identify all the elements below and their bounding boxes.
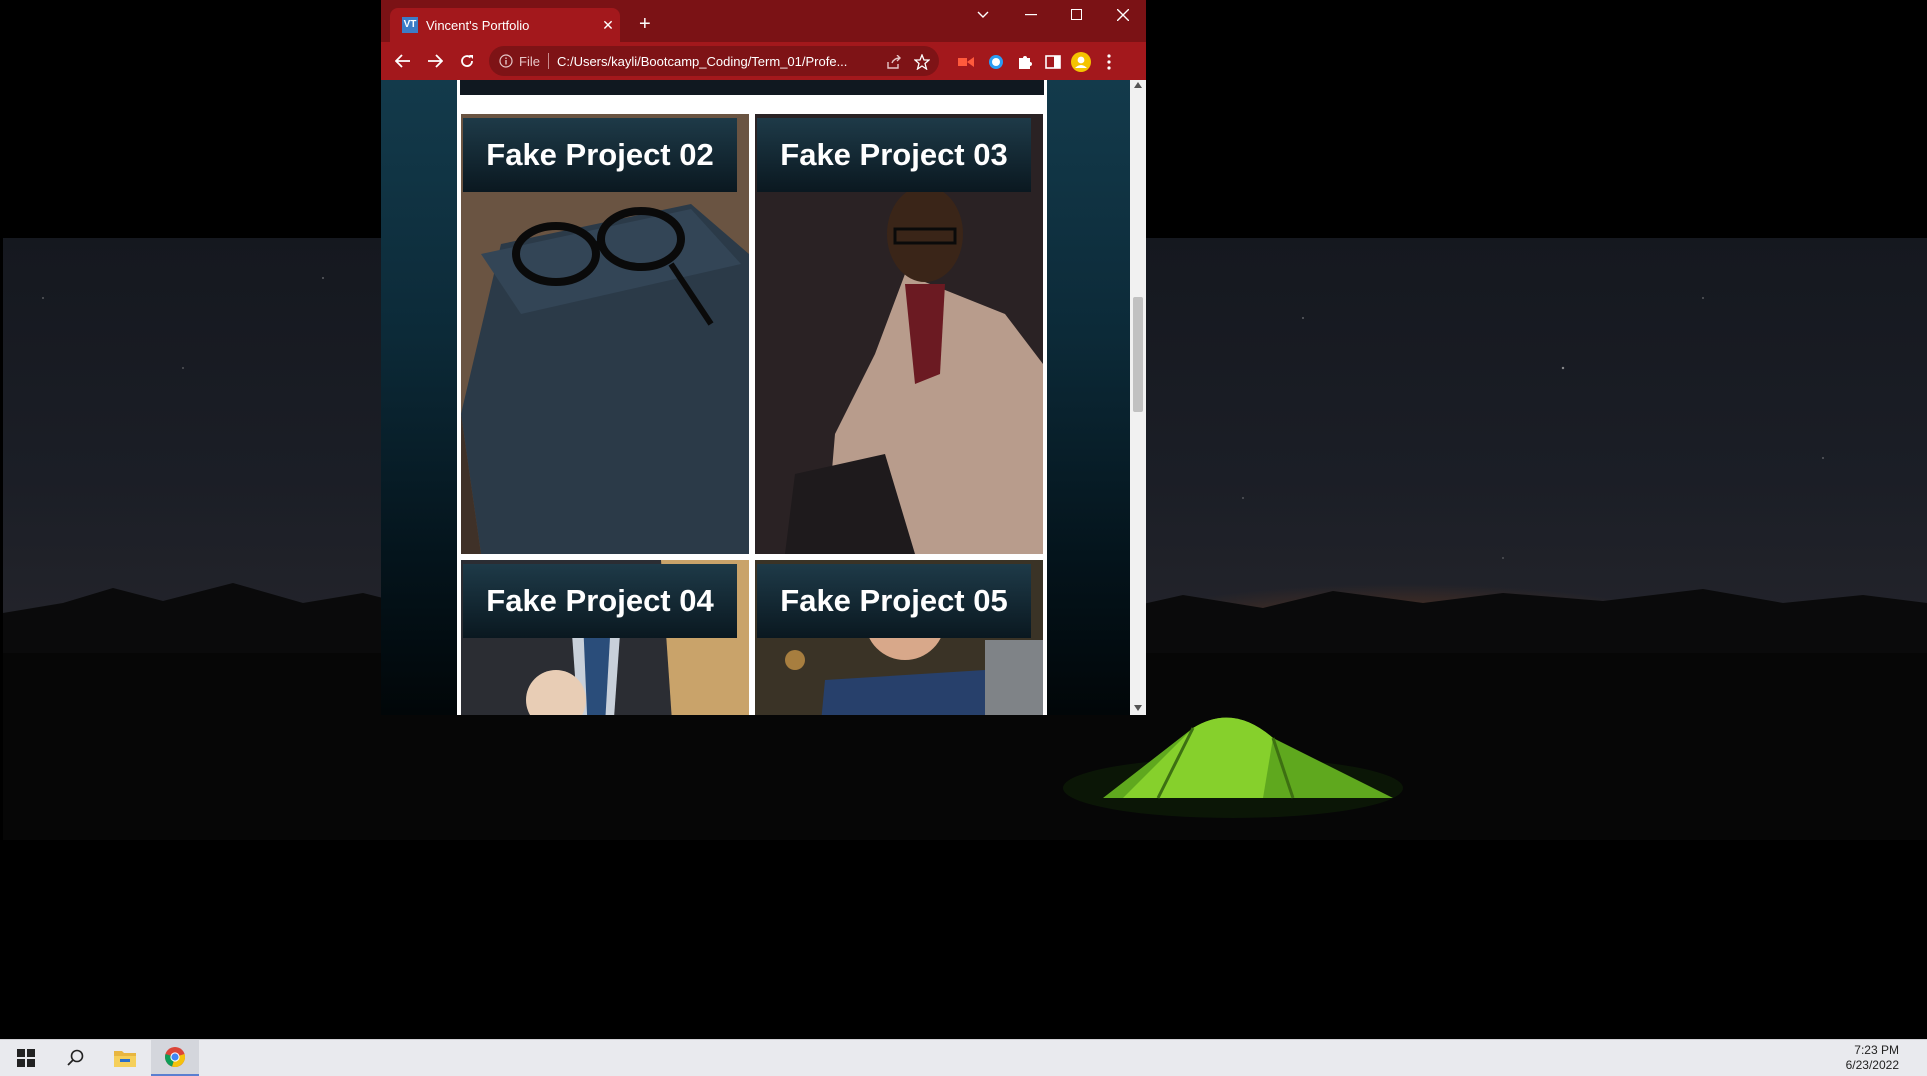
new-tab-button[interactable]: + [639, 13, 651, 35]
page-scrollbar[interactable] [1130, 80, 1146, 715]
share-icon[interactable] [883, 51, 905, 73]
chrome-taskbar-button[interactable] [151, 1040, 199, 1076]
search-button[interactable] [52, 1040, 100, 1076]
page-viewport[interactable]: Fake Project 02 Fake Project 03 Fake Pro… [381, 80, 1130, 715]
search-icon [67, 1049, 84, 1066]
address-bar[interactable]: File C:/Users/kayli/Bootcamp_Coding/Term… [489, 46, 939, 76]
profile-avatar-icon[interactable] [1070, 51, 1092, 73]
project-card-02[interactable]: Fake Project 02 [457, 110, 753, 558]
side-panel-icon[interactable] [1042, 51, 1064, 73]
start-button[interactable] [2, 1040, 50, 1076]
project-card-03[interactable]: Fake Project 03 [751, 110, 1047, 558]
clock-date: 6/23/2022 [1845, 1058, 1899, 1072]
site-info-icon[interactable] [499, 54, 513, 68]
browser-window: VT Vincent's Portfolio ✕ + File C:/Users… [381, 0, 1146, 715]
project-card-04[interactable]: Fake Project 04 [457, 556, 753, 715]
file-explorer-icon [114, 1051, 136, 1067]
project-card-05[interactable]: Fake Project 05 [751, 556, 1047, 715]
start-icon [17, 1049, 35, 1067]
project-04-title[interactable]: Fake Project 04 [463, 564, 737, 638]
browser-toolbar: File C:/Users/kayli/Bootcamp_Coding/Term… [381, 42, 1146, 80]
more-menu-icon[interactable] [1098, 51, 1120, 73]
scroll-down-arrow-icon[interactable] [1134, 705, 1142, 711]
tab-vincents-portfolio[interactable]: VT Vincent's Portfolio ✕ [390, 8, 620, 42]
back-button[interactable] [389, 48, 417, 74]
bookmark-star-icon[interactable] [911, 51, 933, 73]
tab-strip: VT Vincent's Portfolio ✕ + [381, 0, 1146, 42]
project-card-previous[interactable] [457, 80, 1047, 98]
minimize-button[interactable] [1008, 0, 1054, 30]
tab-search-icon[interactable] [960, 0, 1006, 30]
system-clock[interactable]: 7:23 PM 6/23/2022 [1846, 1043, 1899, 1073]
file-explorer-button[interactable] [101, 1040, 149, 1076]
scroll-up-arrow-icon[interactable] [1134, 82, 1142, 88]
scheme-label: File [519, 53, 540, 69]
tab-close-icon[interactable]: ✕ [596, 17, 620, 34]
color-picker-extension-icon[interactable] [985, 51, 1007, 73]
project-03-title[interactable]: Fake Project 03 [757, 118, 1031, 192]
clock-time: 7:23 PM [1854, 1043, 1899, 1057]
omnibox-divider [547, 53, 549, 69]
tab-favicon-icon: VT [402, 17, 418, 33]
close-window-button[interactable] [1100, 0, 1146, 30]
tab-title: Vincent's Portfolio [426, 17, 530, 33]
reload-button[interactable] [453, 48, 481, 74]
screen-recorder-extension-icon[interactable] [955, 51, 977, 73]
project-02-title[interactable]: Fake Project 02 [463, 118, 737, 192]
projects-grid: Fake Project 02 Fake Project 03 Fake Pro… [457, 80, 1047, 715]
extensions-puzzle-icon[interactable] [1014, 51, 1036, 73]
forward-button[interactable] [421, 48, 449, 74]
windows-taskbar: 7:23 PM 6/23/2022 [0, 1039, 1927, 1076]
chrome-icon [165, 1047, 185, 1067]
maximize-button[interactable] [1054, 0, 1100, 30]
scrollbar-thumb[interactable] [1133, 297, 1143, 412]
url-text[interactable]: C:/Users/kayli/Bootcamp_Coding/Term_01/P… [557, 54, 867, 69]
project-05-title[interactable]: Fake Project 05 [757, 564, 1031, 638]
